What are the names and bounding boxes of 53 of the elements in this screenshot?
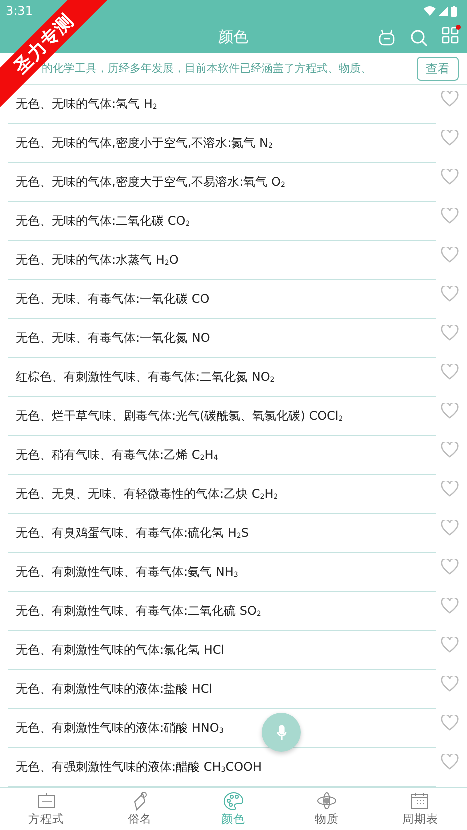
wifi-icon [424,6,436,16]
palette-icon [222,791,245,811]
item-text: 无色、无味的气体:二氧化碳 CO$_{2}$ [16,213,190,230]
heart-icon[interactable] [441,598,459,614]
item-text: 无色、有强刺激性气味的液体:醋酸 CH$_{3}$COOH [16,759,262,776]
item-text: 无色、无味、有毒气体:一氧化碳 CO [16,291,210,308]
heart-icon[interactable] [441,754,459,770]
heart-icon[interactable] [441,130,459,146]
nav-tab[interactable]: 方程式 [0,788,94,830]
signboard-icon [36,791,58,811]
heart-icon[interactable] [441,403,459,419]
nav-tab[interactable]: 俗名 [93,788,187,830]
signal-icon [439,6,448,16]
heart-icon[interactable] [441,364,459,380]
status-time: 3:31 [6,4,33,18]
grid-icon[interactable] [442,27,459,44]
item-text: 无色、无味的气体,密度小于空气,不溶水:氮气 N$_{2}$ [16,135,273,152]
heart-icon[interactable] [441,247,459,263]
item-text: 无色、有刺激性气味、有毒气体:二氧化硫 SO$_{2}$ [16,603,262,620]
heart-icon[interactable] [441,676,459,692]
heart-icon[interactable] [441,286,459,302]
search-icon[interactable] [410,28,428,46]
atom-icon [316,791,338,811]
item-text: 无色、稍有气味、有毒气体:乙烯 C$_{2}$H$_{4}$ [16,447,218,464]
heart-icon[interactable] [441,715,459,731]
heart-icon[interactable] [441,169,459,185]
robot-icon[interactable] [378,28,396,46]
microphone-icon [276,724,286,740]
item-text: 无色、有臭鸡蛋气味、有毒气体:硫化氢 H$_{2}$S [16,525,249,542]
item-text: 无色、无味的气体,密度大于空气,不易溶水:氧气 O$_{2}$ [16,174,286,191]
heart-icon[interactable] [441,520,459,536]
item-text: 红棕色、有刺激性气味、有毒气体:二氧化氮 NO$_{2}$ [16,369,275,386]
nav-tab[interactable]: 物质 [280,788,374,830]
calendar-icon [409,791,432,811]
item-text: 无色、有刺激性气味的液体:盐酸 HCl [16,681,213,698]
item-text: 无色、有刺激性气味、有毒气体:氨气 NH$_{3}$ [16,564,238,581]
item-text: 无色、无味的气体:水蒸气 H$_{2}$O [16,252,179,269]
item-text: 无色、有刺激性气味的液体:硝酸 HNO$_{3}$ [16,720,224,737]
heart-icon[interactable] [441,208,459,224]
heart-icon[interactable] [441,325,459,341]
heart-icon[interactable] [441,559,459,575]
item-text: 无色、有刺激性气味的气体:氯化氢 HCl [16,642,225,659]
item-text: 无色、烂干草气味、剧毒气体:光气(碳酰氯、氧氯化碳) COCl$_{2}$ [16,408,344,425]
item-text: 无色、无臭、无味、有轻微毒性的气体:乙炔 C$_{2}$H$_{2}$ [16,486,278,503]
heart-icon[interactable] [441,481,459,497]
item-text: 无色、无味、有毒气体:一氧化氮 NO [16,330,210,347]
voice-button[interactable] [262,713,301,752]
nav-tab[interactable]: 周期表 [374,788,467,830]
heart-icon[interactable] [441,91,459,107]
screen-title: 颜色 [218,28,248,47]
battery-icon [451,6,457,16]
heart-icon[interactable] [441,442,459,458]
heart-icon[interactable] [441,637,459,653]
